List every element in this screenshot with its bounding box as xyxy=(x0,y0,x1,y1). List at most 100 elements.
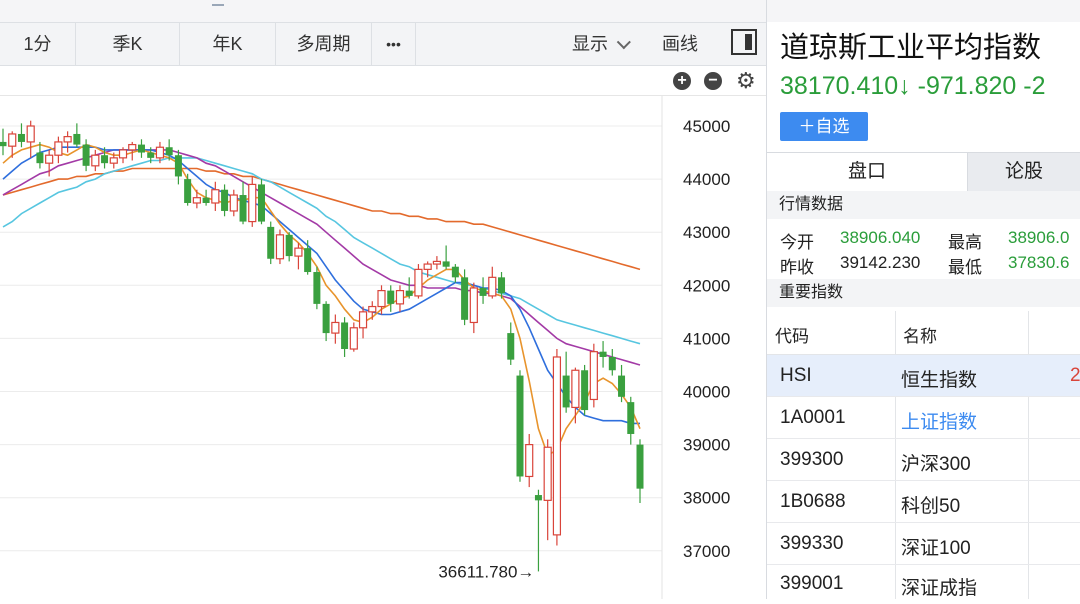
candle-body-up xyxy=(552,356,562,536)
candle-body-down xyxy=(304,248,312,273)
candle-body-up xyxy=(109,157,118,164)
candle-body-up xyxy=(294,247,303,257)
top-strip xyxy=(0,0,1080,22)
candle-body-down xyxy=(341,322,349,350)
more-button[interactable]: ••• xyxy=(372,23,416,65)
row-code: 399001 xyxy=(780,573,844,594)
zoom-in-icon[interactable]: + xyxy=(673,72,691,90)
row-code: 399300 xyxy=(780,449,844,470)
y-tick-label: 44000 xyxy=(683,170,730,189)
table-row[interactable]: HSI 恒生指数 2 xyxy=(767,355,1080,397)
kline-chart-svg: 45000 44000 43000 42000 41000 40000 39000 38000… xyxy=(0,96,730,599)
candle-body-up xyxy=(589,351,598,401)
candle-body-up xyxy=(423,263,432,270)
candle-body-down xyxy=(461,277,469,320)
candle-body-down xyxy=(636,444,644,489)
high-label: 最高 xyxy=(948,233,982,252)
table-row[interactable]: 399001 深证成指 xyxy=(767,565,1080,599)
last-price: 38170.410 xyxy=(780,72,899,100)
y-tick-label: 42000 xyxy=(683,276,730,295)
price-line: 38170.410↓ -971.820 -2 xyxy=(780,72,1046,101)
market-data-header: 行情数据 xyxy=(767,191,1080,219)
candle-body-up xyxy=(358,311,368,329)
tab-pankou[interactable]: 盘口 xyxy=(767,153,968,191)
draw-line-button[interactable]: 画线 xyxy=(662,23,698,65)
candle-body-down xyxy=(184,179,192,203)
candle-body-down xyxy=(73,133,81,145)
candle-body-up xyxy=(54,141,63,156)
candle-body-up xyxy=(8,133,17,147)
table-row[interactable]: 399330 深证100 xyxy=(767,523,1080,565)
candle-body-up xyxy=(26,125,35,143)
table-row[interactable]: 1B0688 科创50 xyxy=(767,481,1080,523)
chart-controls: + − ⚙ xyxy=(0,66,766,96)
candle-body-down xyxy=(322,303,330,334)
open-label: 今开 xyxy=(780,233,814,252)
candle-body-up xyxy=(377,290,386,308)
row-name: 恒生指数 xyxy=(901,370,978,391)
table-row[interactable]: 399300 沪深300 xyxy=(767,439,1080,481)
tab-lungu[interactable]: 论股 xyxy=(968,153,1080,191)
candle-body-down xyxy=(257,184,265,222)
candle-body-down xyxy=(82,144,90,166)
candle-body-down xyxy=(202,197,210,203)
candle-body-up xyxy=(229,194,238,212)
candle-body-down xyxy=(387,290,395,304)
panel-toggle-icon[interactable] xyxy=(731,29,757,55)
low-price-annotation: 36611.780→ xyxy=(438,562,534,581)
candle-body-up xyxy=(331,321,340,334)
ma5-line xyxy=(2,143,641,457)
row-code: HSI xyxy=(780,365,812,386)
add-watchlist-button[interactable]: ＋自选 xyxy=(780,112,868,141)
settings-gear-icon[interactable]: ⚙ xyxy=(736,68,756,94)
display-dropdown[interactable]: 显示 xyxy=(572,23,631,65)
candle-body-down xyxy=(174,155,182,177)
y-tick-label: 45000 xyxy=(683,117,730,136)
row-name: 沪深300 xyxy=(901,454,971,475)
row-change: 2 xyxy=(1070,365,1080,386)
candle-body-down xyxy=(599,351,607,357)
candle-body-down xyxy=(221,189,229,211)
candle-body-up xyxy=(395,290,405,305)
candle-body-up xyxy=(368,305,377,313)
candle-body-down xyxy=(581,370,589,411)
candle-body-up xyxy=(118,149,128,159)
display-label: 显示 xyxy=(572,34,608,54)
candle-body-down xyxy=(627,402,635,434)
candle-body-down xyxy=(498,277,506,294)
candle-body-up xyxy=(211,189,220,204)
row-name-link[interactable]: 上证指数 xyxy=(901,407,977,434)
ma30-line xyxy=(2,157,641,345)
col-name: 名称 xyxy=(903,327,937,346)
candle-body-down xyxy=(608,356,616,371)
multi-period-button[interactable]: 多周期 xyxy=(276,23,372,65)
period-1min-button[interactable]: 1分 xyxy=(0,23,76,65)
y-tick-label: 41000 xyxy=(683,329,730,348)
y-tick-label: 43000 xyxy=(683,223,730,242)
candle-body-down xyxy=(101,155,109,164)
candle-body-up xyxy=(192,197,201,204)
candle-body-down xyxy=(36,152,44,164)
candle-body-down xyxy=(267,226,275,259)
row-name: 深证成指 xyxy=(901,578,978,599)
candle-body-up xyxy=(128,143,137,151)
ma60-line xyxy=(2,167,641,271)
kline-chart[interactable]: 45000 44000 43000 42000 41000 40000 39000 38000… xyxy=(0,96,766,599)
row-name: 深证100 xyxy=(901,538,971,559)
chart-toolbar: 1分 季K 年K 多周期 ••• 显示 画线 xyxy=(0,22,766,66)
open-value: 38906.040 xyxy=(840,228,921,247)
row-name: 科创50 xyxy=(901,496,961,517)
candle-body-down xyxy=(17,133,25,142)
y-tick-label: 37000 xyxy=(683,542,730,561)
table-row[interactable]: 1A0001 上证指数 xyxy=(767,397,1080,439)
period-quarter-button[interactable]: 季K xyxy=(76,23,180,65)
candle-body-up xyxy=(45,154,54,164)
candle-body-up xyxy=(571,369,580,409)
candle-body-up xyxy=(349,327,358,350)
zoom-out-icon[interactable]: − xyxy=(704,72,722,90)
period-year-button[interactable]: 年K xyxy=(180,23,276,65)
candle-body-up xyxy=(63,136,72,143)
row-code: 1A0001 xyxy=(780,407,846,428)
row-code: 1B0688 xyxy=(780,491,846,512)
candle-body-down xyxy=(562,375,570,408)
